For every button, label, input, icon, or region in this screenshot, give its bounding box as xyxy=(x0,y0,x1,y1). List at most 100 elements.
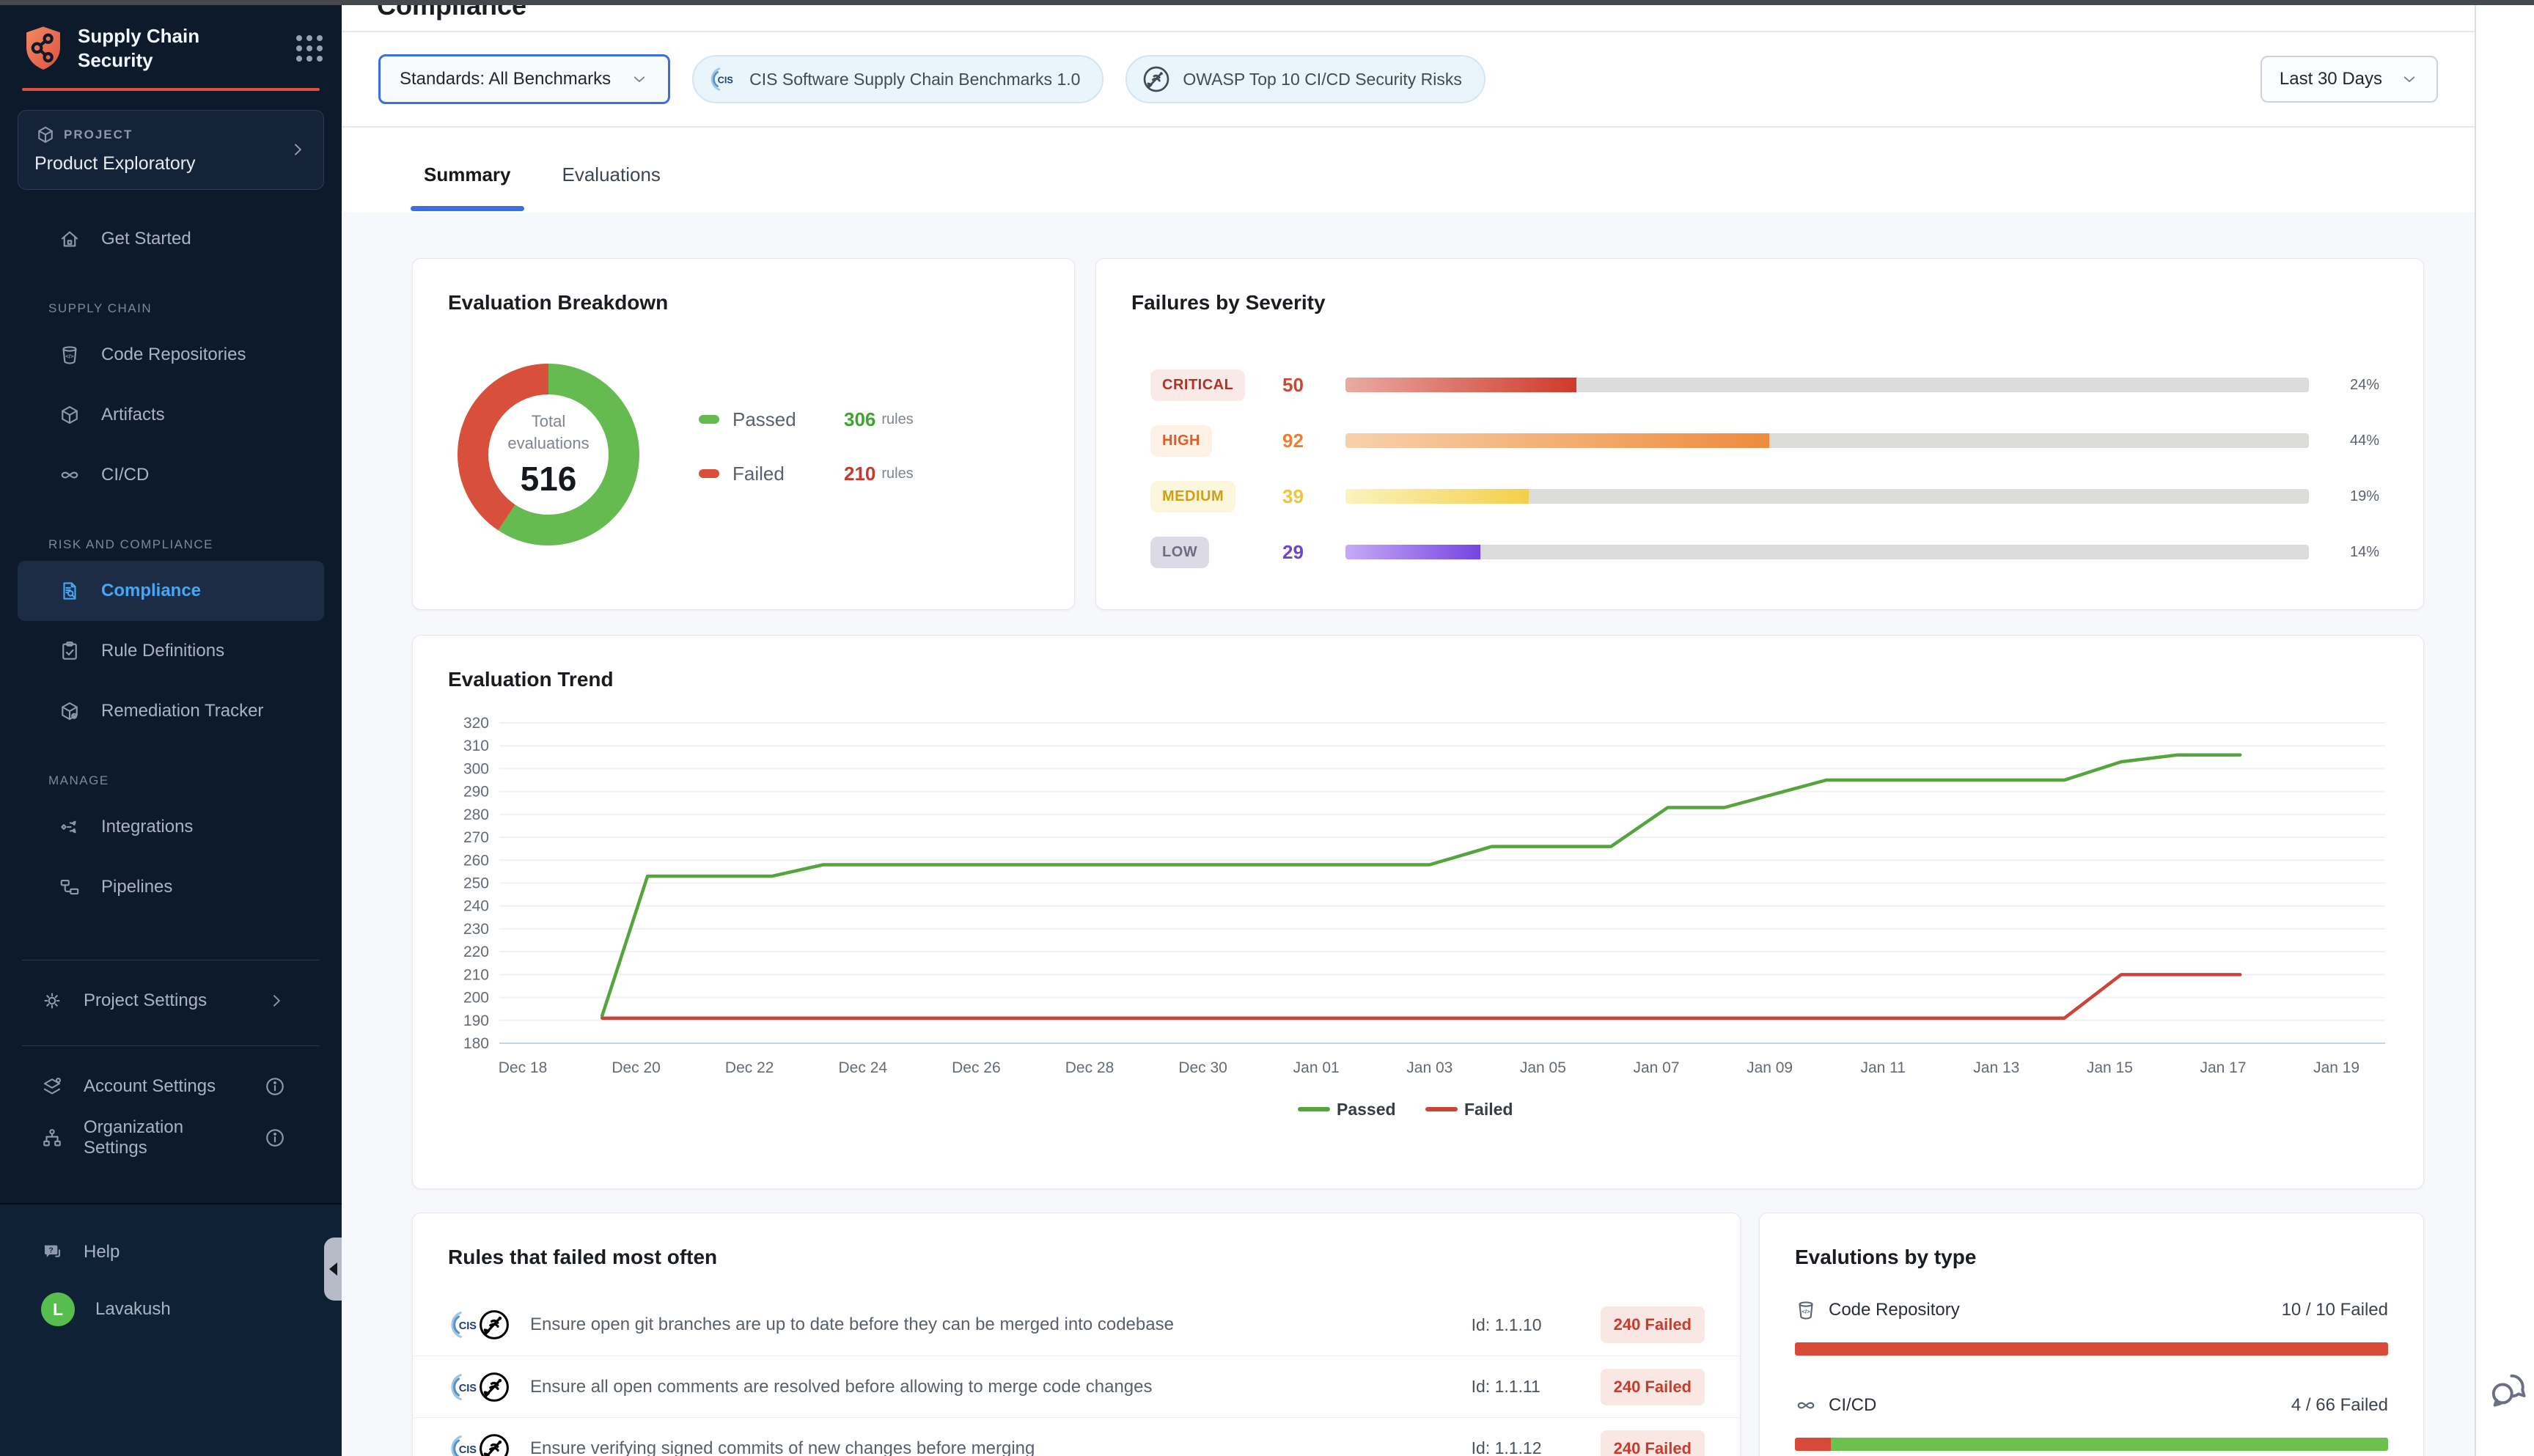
evaluation-trend-chart: 1801902002102202302402502602702802903003… xyxy=(413,636,2425,1190)
severity-badge: HIGH xyxy=(1150,425,1212,457)
tab-summary[interactable]: Summary xyxy=(411,163,524,211)
tab-bar: Summary Evaluations xyxy=(342,128,2475,211)
date-range-dropdown[interactable]: Last 30 Days xyxy=(2261,56,2438,103)
sidebar-item-organization-settings[interactable]: Organization Settings xyxy=(0,1112,342,1163)
rule-row[interactable]: CIS Ensure all open comments are resolved… xyxy=(413,1356,1740,1417)
sidebar-item-integrations[interactable]: Integrations xyxy=(18,797,324,857)
evaluation-trend-card: Evaluation Trend 18019020021022023024025… xyxy=(412,635,2424,1189)
owasp-logo-icon xyxy=(477,1308,511,1342)
sidebar-item-help[interactable]: ? Help xyxy=(0,1224,342,1281)
card-title: Rules that failed most often xyxy=(448,1246,717,1269)
code-repo-icon: </> xyxy=(1795,1299,1817,1321)
failures-by-severity-card: Failures by Severity CRITICAL5024%HIGH92… xyxy=(1095,258,2424,610)
svg-text:CIS: CIS xyxy=(459,1383,477,1394)
svg-text:230: 230 xyxy=(463,921,489,938)
rule-row[interactable]: CIS Ensure open git branches are up to da… xyxy=(413,1294,1740,1356)
sidebar-item-label: Remediation Tracker xyxy=(101,701,263,721)
svg-text:220: 220 xyxy=(463,944,489,960)
account-settings-icon xyxy=(41,1076,63,1097)
type-item-ci-cd: CI/CD4 / 66 Failed xyxy=(1795,1389,2388,1451)
svg-text:260: 260 xyxy=(463,852,489,869)
svg-text:?: ? xyxy=(48,1246,53,1255)
project-selector[interactable]: PROJECT Product Exploratory xyxy=(18,110,324,190)
rule-row[interactable]: CISEnsure verifying signed commits of ne… xyxy=(413,1417,1740,1456)
artifacts-icon xyxy=(59,404,81,426)
sidebar-item-account-settings[interactable]: Account Settings xyxy=(0,1061,342,1112)
trend-legend-item-passed[interactable]: Passed xyxy=(1300,1100,1396,1119)
sidebar-collapse-handle[interactable] xyxy=(324,1238,342,1301)
failed-count: 210 xyxy=(844,463,875,485)
cicd-icon xyxy=(1795,1394,1817,1416)
severity-percent: 44% xyxy=(2350,433,2379,449)
user-name: Lavakush xyxy=(95,1299,171,1320)
severity-badge: LOW xyxy=(1150,537,1209,568)
sidebar-item-label: Artifacts xyxy=(101,405,165,425)
cis-logo-icon: CIS xyxy=(708,65,738,94)
type-item-code-repository: </> Code Repository10 / 10 Failed xyxy=(1795,1294,2388,1356)
severity-count: 29 xyxy=(1282,541,1345,564)
evaluations-by-type-card: Evalutions by type </>Code Repository10 … xyxy=(1759,1213,2424,1456)
severity-bar xyxy=(1345,545,2309,559)
rule-failed-badge: 240 Failed xyxy=(1601,1306,1705,1343)
trend-legend-item-failed[interactable]: Failed xyxy=(1428,1100,1513,1119)
sidebar-item-label: Compliance xyxy=(101,581,201,601)
svg-text:320: 320 xyxy=(463,715,489,732)
donut-center-label: Total evaluations 516 xyxy=(442,348,655,561)
sidebar-item-get-started[interactable]: Get Started xyxy=(18,209,324,269)
pipelines-icon xyxy=(59,876,81,898)
project-cube-icon xyxy=(34,124,56,146)
svg-text:Dec 22: Dec 22 xyxy=(725,1059,774,1076)
sidebar-item-pipelines[interactable]: Pipelines xyxy=(18,857,324,917)
user-menu[interactable]: L Lavakush xyxy=(0,1281,342,1338)
svg-text:300: 300 xyxy=(463,760,489,777)
sidebar-item-remediation-tracker[interactable]: Remediation Tracker xyxy=(18,681,324,741)
severity-row-high: HIGH9244% xyxy=(1096,413,2423,468)
sidebar-footer: ? Help L Lavakush xyxy=(0,1203,342,1456)
info-icon[interactable] xyxy=(264,1076,286,1097)
sidebar-nav: Get StartedSUPPLY CHAIN</>Code Repositor… xyxy=(0,209,342,917)
severity-row-critical: CRITICAL5024% xyxy=(1096,357,2423,413)
sidebar-item-code-repositories[interactable]: </>Code Repositories xyxy=(18,325,324,385)
window-top-strip xyxy=(0,0,2534,5)
type-label: Code Repository xyxy=(1829,1300,2282,1320)
app-switcher-grid-icon[interactable] xyxy=(296,35,323,62)
sidebar-item-label: Rule Definitions xyxy=(101,641,224,661)
info-icon[interactable] xyxy=(264,1127,286,1149)
chevron-right-icon xyxy=(267,991,286,1010)
standard-chip[interactable]: OWASP Top 10 CI/CD Security Risks xyxy=(1125,55,1485,103)
severity-row-low: LOW2914% xyxy=(1096,524,2423,580)
standard-chip[interactable]: CISCIS Software Supply Chain Benchmarks … xyxy=(692,55,1103,103)
legend-item-passed: Passed 306 rules xyxy=(699,402,914,436)
type-result-bar xyxy=(1795,1438,2388,1451)
severity-rows: CRITICAL5024%HIGH9244%MEDIUM3919%LOW2914… xyxy=(1096,357,2423,580)
svg-text:Failed: Failed xyxy=(1464,1100,1513,1119)
sidebar-item-artifacts[interactable]: Artifacts xyxy=(18,385,324,445)
rule-text: Ensure open git branches are up to date … xyxy=(530,1315,1472,1335)
page-title-bar: Compliance xyxy=(342,5,2475,31)
feedback-chat-bubbles-icon[interactable] xyxy=(2487,1362,2531,1415)
sidebar-item-ci-cd[interactable]: CI/CD xyxy=(18,445,324,505)
svg-text:240: 240 xyxy=(463,898,489,915)
svg-text:CIS: CIS xyxy=(459,1320,477,1332)
app-title: Supply Chain Security xyxy=(78,24,296,72)
type-failed-value: 10 / 10 Failed xyxy=(2282,1300,2388,1320)
rule-text: Ensure all open comments are resolved be… xyxy=(530,1377,1472,1397)
sidebar-item-rule-definitions[interactable]: Rule Definitions xyxy=(18,621,324,681)
help-chat-icon: ? xyxy=(41,1241,63,1263)
svg-text:Jan 19: Jan 19 xyxy=(2313,1059,2359,1076)
svg-text:Passed: Passed xyxy=(1337,1100,1396,1119)
owasp-logo-icon xyxy=(477,1370,511,1404)
svg-text:190: 190 xyxy=(463,1012,489,1029)
severity-badge: CRITICAL xyxy=(1150,369,1245,401)
sidebar-item-label: Help xyxy=(84,1242,120,1262)
brand-divider xyxy=(22,88,320,91)
svg-text:Jan 17: Jan 17 xyxy=(2200,1059,2246,1076)
project-name: Product Exploratory xyxy=(34,153,288,174)
app-logo-shield-icon[interactable] xyxy=(22,25,65,72)
app-header: Supply Chain Security xyxy=(0,5,342,88)
sidebar-item-compliance[interactable]: Compliance xyxy=(18,561,324,621)
severity-badge: MEDIUM xyxy=(1150,481,1235,512)
tab-evaluations[interactable]: Evaluations xyxy=(549,163,674,211)
sidebar-item-project-settings[interactable]: Project Settings xyxy=(0,972,342,1029)
standards-dropdown[interactable]: Standards: All Benchmarks xyxy=(378,54,670,104)
